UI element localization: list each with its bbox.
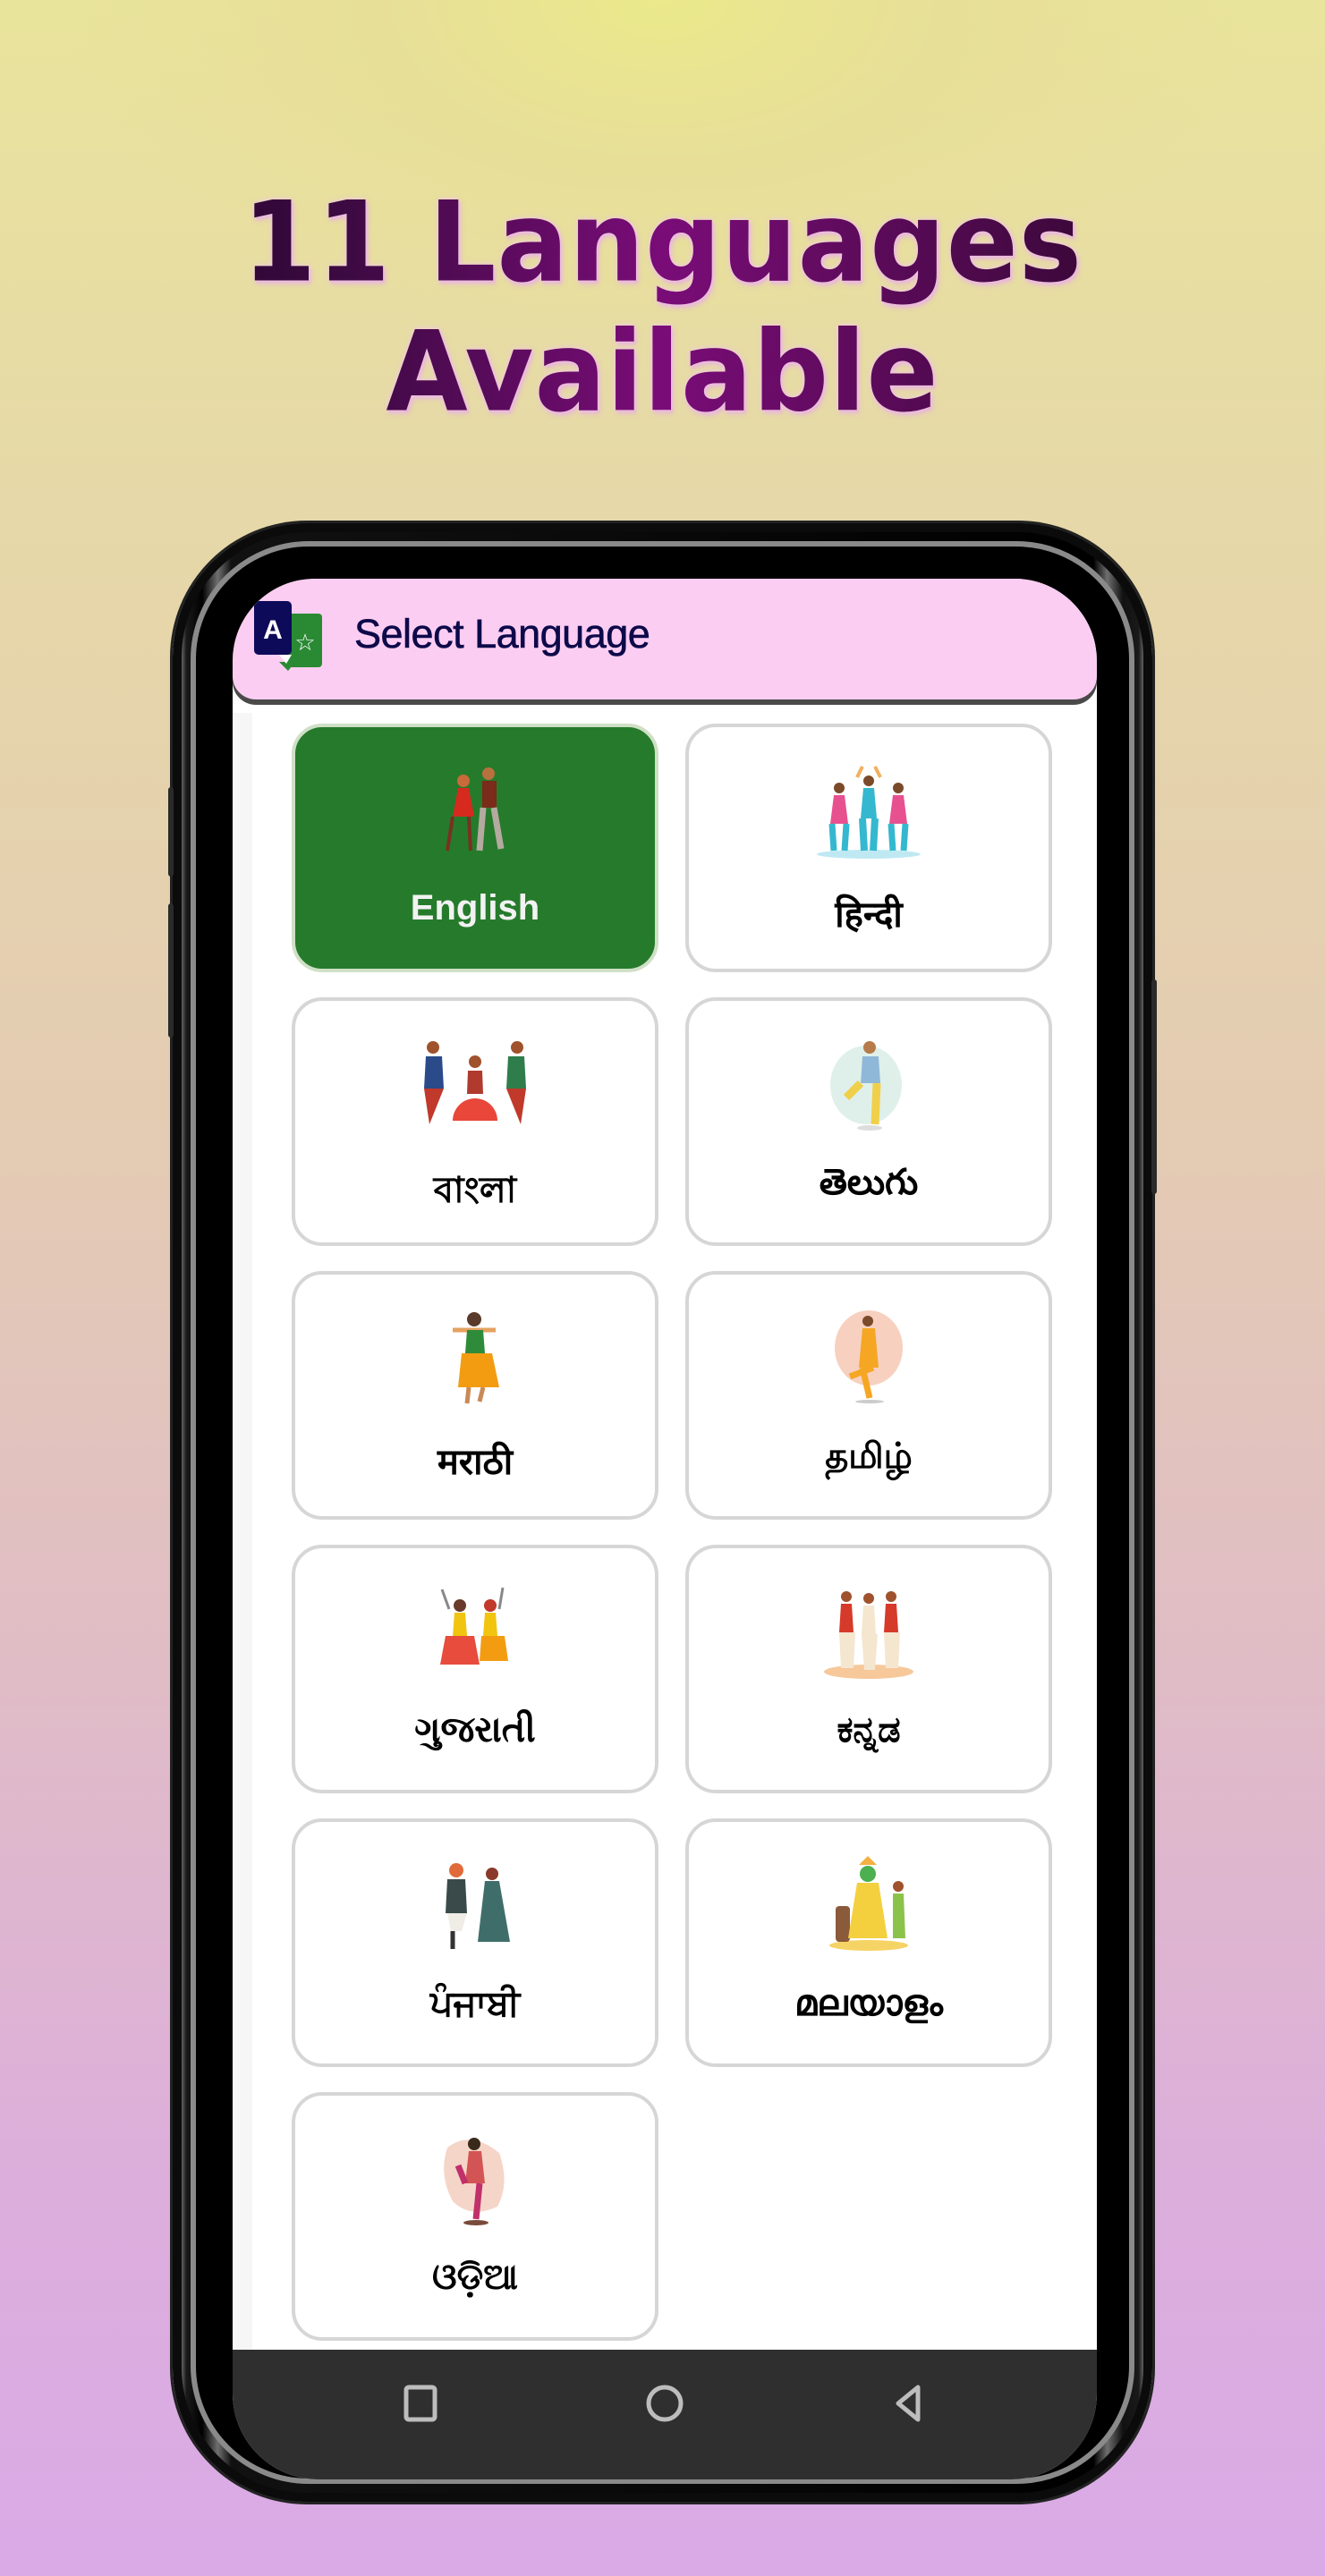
phone-screen: A ☆ Select Language English हिन्दी বাংলা… xyxy=(233,579,1097,2479)
phone-side-button xyxy=(168,903,174,1038)
language-label: മലയാളം xyxy=(794,1983,943,2024)
language-card-bengali[interactable]: বাংলা xyxy=(292,997,658,1246)
back-icon[interactable] xyxy=(882,2377,936,2430)
group-dancers-illustration xyxy=(817,766,921,859)
classical-dancers-illustration xyxy=(424,1041,526,1124)
language-grid: English हिन्दी বাংলা తెలుగు मराठी தமிழ் … xyxy=(292,724,1052,2341)
translate-icon: A ☆ xyxy=(254,601,322,671)
language-label: తెలుగు xyxy=(819,1162,919,1203)
phone-side-button xyxy=(1151,979,1157,1194)
language-card-telugu[interactable]: తెలుగు xyxy=(685,997,1052,1246)
language-label: ગુજરાતી xyxy=(414,1709,536,1750)
couple-dancing-illustration xyxy=(446,767,505,852)
garba-dancers-illustration xyxy=(440,1587,508,1665)
lavani-dancer-illustration xyxy=(453,1312,499,1404)
language-card-marathi[interactable]: मराठी xyxy=(292,1271,658,1520)
bhangra-dancers-illustration xyxy=(446,1863,510,1949)
headline: 11 Languages Available xyxy=(0,177,1325,436)
language-label: मराठी xyxy=(437,1442,514,1483)
language-label: हिन्दी xyxy=(835,894,903,936)
app-bar: A ☆ Select Language xyxy=(233,579,1097,699)
language-card-malayalam[interactable]: മലയാളം xyxy=(685,1818,1052,2067)
language-list[interactable]: English हिन्दी বাংলা తెలుగు मराठी தமிழ் … xyxy=(233,713,1097,2350)
language-label: ਪੰਜਾਬੀ xyxy=(429,1983,521,2024)
svg-text:A: A xyxy=(263,615,283,645)
odissi-dancer-illustration xyxy=(444,2138,505,2225)
kathakali-illustration xyxy=(829,1856,908,1951)
language-card-hindi[interactable]: हिन्दी xyxy=(685,724,1052,972)
system-navigation-bar xyxy=(233,2350,1097,2479)
page-title: Select Language xyxy=(354,611,650,657)
recents-icon[interactable] xyxy=(394,2377,447,2430)
phone-side-button xyxy=(168,787,174,877)
language-label: ଓଡ଼ିଆ xyxy=(432,2257,518,2298)
language-label: English xyxy=(410,888,540,928)
folk-dancers-illustration xyxy=(824,1591,913,1679)
kuchipudi-dancer-illustration xyxy=(830,1041,902,1131)
svg-text:☆: ☆ xyxy=(294,630,315,657)
scroll-edge xyxy=(233,713,252,2350)
language-label: বাংলা xyxy=(433,1170,517,1211)
language-label: ಕನ್ನಡ xyxy=(837,1709,901,1750)
language-card-gujarati[interactable]: ગુજરાતી xyxy=(292,1545,658,1793)
bharatanatyam-dancer-illustration xyxy=(835,1310,903,1403)
language-card-odia[interactable]: ଓଡ଼ିଆ xyxy=(292,2092,658,2341)
language-label: தமிழ் xyxy=(825,1436,913,1477)
language-card-kannada[interactable]: ಕನ್ನಡ xyxy=(685,1545,1052,1793)
home-icon[interactable] xyxy=(638,2377,692,2430)
language-card-tamil[interactable]: தமிழ் xyxy=(685,1271,1052,1520)
language-card-punjabi[interactable]: ਪੰਜਾਬੀ xyxy=(292,1818,658,2067)
language-card-english[interactable]: English xyxy=(292,724,658,972)
